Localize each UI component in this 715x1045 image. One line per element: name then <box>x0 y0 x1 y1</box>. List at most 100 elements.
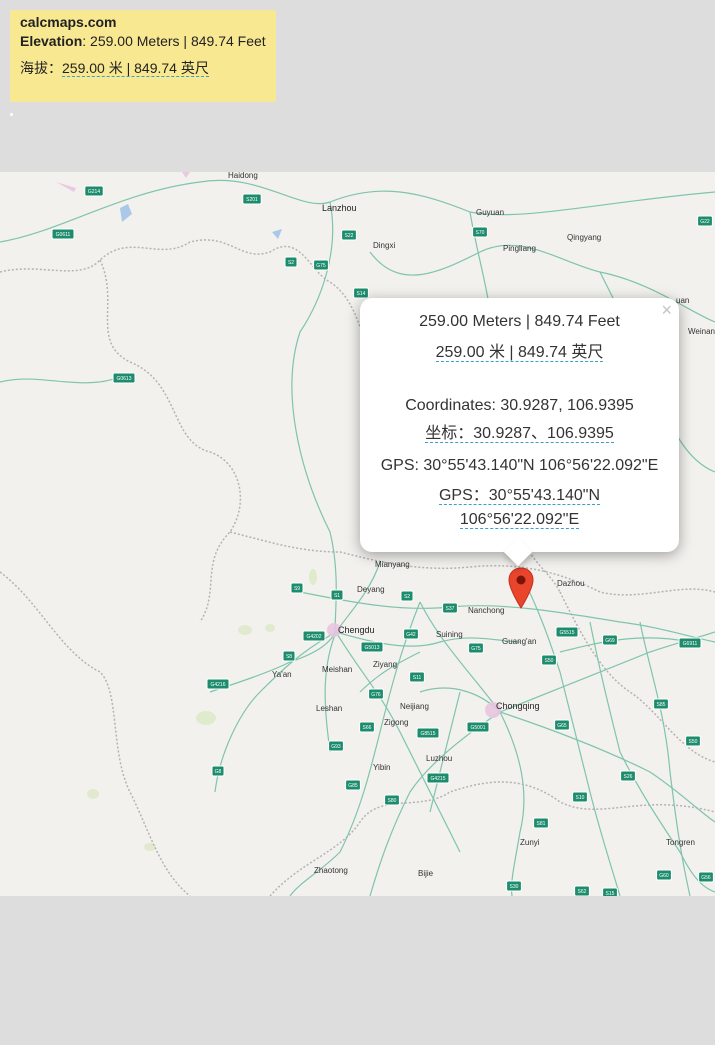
popup-gps-cn-line1: GPS：30°55'43.140"N <box>360 485 679 507</box>
highway-shield-label: S66 <box>363 725 372 731</box>
city-yibin: Yibin <box>373 763 391 772</box>
popup-coordinates-cn-text: 坐标：30.9287、106.9395 <box>425 425 614 443</box>
popup-gps-cn-value2: 106°56'22.092"E <box>459 511 580 529</box>
highway-shield: S81 <box>533 817 549 829</box>
highway-shield-label: G5001 <box>470 725 485 731</box>
city-bijie: Bijie <box>418 869 434 878</box>
highway-shield-label: G5515 <box>559 630 574 636</box>
highway-shield: S2 <box>400 590 414 602</box>
elevation-label: Elevation <box>20 33 83 49</box>
highway-shield: G56 <box>698 871 714 883</box>
popup-gps: GPS: 30°55'43.140"N 106°56'22.092"E <box>380 457 659 474</box>
highway-shield: G8 <box>211 765 225 777</box>
elevation-info-box: calcmaps.com Elevation: 259.00 Meters | … <box>10 10 276 102</box>
highway-shield-label: G76 <box>371 692 381 698</box>
highway-shield-label: G75 <box>471 646 481 652</box>
highway-shield-label: S22 <box>345 233 354 239</box>
city-zigong: Zigong <box>384 718 408 727</box>
highway-shield: G75 <box>313 259 329 271</box>
highway-shield: S50 <box>685 735 701 747</box>
highway-shield: S30 <box>506 880 522 892</box>
highway-shield: S11 <box>409 671 425 683</box>
highway-shield: S85 <box>653 698 669 710</box>
city-ziyang: Ziyang <box>373 660 397 669</box>
highway-shield-label: S9 <box>294 586 300 592</box>
highway-shield-label: G65 <box>557 723 567 729</box>
highway-shield: S15 <box>602 887 618 896</box>
highway-shield-label: S2 <box>288 260 294 266</box>
popup-elevation-cn: 259.00 米 | 849.74 英尺 <box>360 342 679 364</box>
elevation-line: Elevation: 259.00 Meters | 849.74 Feet <box>20 30 266 52</box>
city-chongqing: Chongqing <box>496 701 540 711</box>
highway-shield: G42 <box>403 628 419 640</box>
highway-shield-label: G22 <box>700 219 710 225</box>
highway-shield: G85 <box>345 779 361 791</box>
highway-shield-label: G0613 <box>116 376 131 382</box>
highway-shield-label: S80 <box>388 798 397 804</box>
popup-gps-cn-line2: 106°56'22.092"E <box>360 509 679 531</box>
highway-shield: G214 <box>84 185 104 197</box>
highway-shield: S9 <box>290 582 304 594</box>
city-guyuan: Guyuan <box>476 208 504 217</box>
highway-shield-label: G56 <box>701 875 711 881</box>
highway-shield: G5515 <box>555 626 579 638</box>
city-nanchong: Nanchong <box>468 606 504 615</box>
highway-shield-label: G6911 <box>683 641 698 647</box>
city-yaan: Ya'an <box>272 670 292 679</box>
highway-shield-label: S30 <box>510 884 519 890</box>
highway-shield: G8515 <box>416 727 440 739</box>
highway-shield-label: G85 <box>348 783 358 789</box>
highway-shield-label: G0611 <box>56 232 71 238</box>
popup-coordinates-cn-prefix: 坐标： <box>425 425 474 442</box>
highway-shield: S2 <box>284 256 298 268</box>
highway-shield-label: S81 <box>537 821 546 827</box>
city-neijiang: Neijiang <box>400 702 429 711</box>
highway-shield-label: G4216 <box>210 682 225 688</box>
highway-shield: S50 <box>541 654 557 666</box>
highway-shield-label: S14 <box>357 291 366 297</box>
highway-shield: G22 <box>697 215 713 227</box>
city-qingyang: Qingyang <box>567 233 601 242</box>
highway-shield-label: G42 <box>406 632 416 638</box>
city-luzhou: Luzhou <box>426 754 452 763</box>
city-haidong: Haidong <box>228 172 258 180</box>
popup-coordinates-cn: 坐标：30.9287、106.9395 <box>360 423 679 445</box>
highway-shield: G76 <box>368 688 384 700</box>
highway-shield: S70 <box>472 226 488 238</box>
highway-shield: S1 <box>330 589 344 601</box>
city-tongren: Tongren <box>666 838 695 847</box>
highway-shield: S22 <box>341 229 357 241</box>
city-leshan: Leshan <box>316 704 342 713</box>
highway-shield-label: S37 <box>446 606 455 612</box>
popup-coordinates: Coordinates: 30.9287, 106.9395 <box>405 397 634 414</box>
highway-shield: G4215 <box>426 772 450 784</box>
highway-shield: G5013 <box>360 641 384 653</box>
highway-shield: S10 <box>572 791 588 803</box>
city-zhaotong: Zhaotong <box>314 866 348 875</box>
city-dazhou: Dazhou <box>557 579 585 588</box>
popup-elevation: 259.00 Meters | 849.74 Feet <box>419 313 620 330</box>
highway-shield: S66 <box>359 721 375 733</box>
highway-shield: G69 <box>602 634 618 646</box>
highway-shield: G6911 <box>678 637 702 649</box>
highway-shield-label: S50 <box>689 739 698 745</box>
popup-coordinates-cn-value: 30.9287、106.9395 <box>473 425 614 442</box>
small-dot <box>10 113 13 116</box>
highway-shield-label: S70 <box>476 230 485 236</box>
highway-shield: G0613 <box>112 372 136 384</box>
popup-gps-cn-text1: GPS：30°55'43.140"N <box>438 487 600 505</box>
highway-shield-label: G5013 <box>364 645 379 651</box>
highway-shield: G75 <box>468 642 484 654</box>
city-suining: Suining <box>436 630 463 639</box>
highway-shield-label: G8 <box>215 769 222 775</box>
location-marker-icon[interactable] <box>508 567 534 609</box>
highway-shield-label: S26 <box>624 774 633 780</box>
highway-shield-label: G8515 <box>420 731 435 737</box>
highway-shield-label: S62 <box>578 889 587 895</box>
highway-shield: S37 <box>442 602 458 614</box>
highway-shield-label: S15 <box>606 891 615 896</box>
city-zunyi: Zunyi <box>520 838 540 847</box>
city-pingliang: Pingliang <box>503 244 536 253</box>
site-name: calcmaps.com <box>20 14 117 30</box>
highway-shield-label: S8 <box>286 654 292 660</box>
